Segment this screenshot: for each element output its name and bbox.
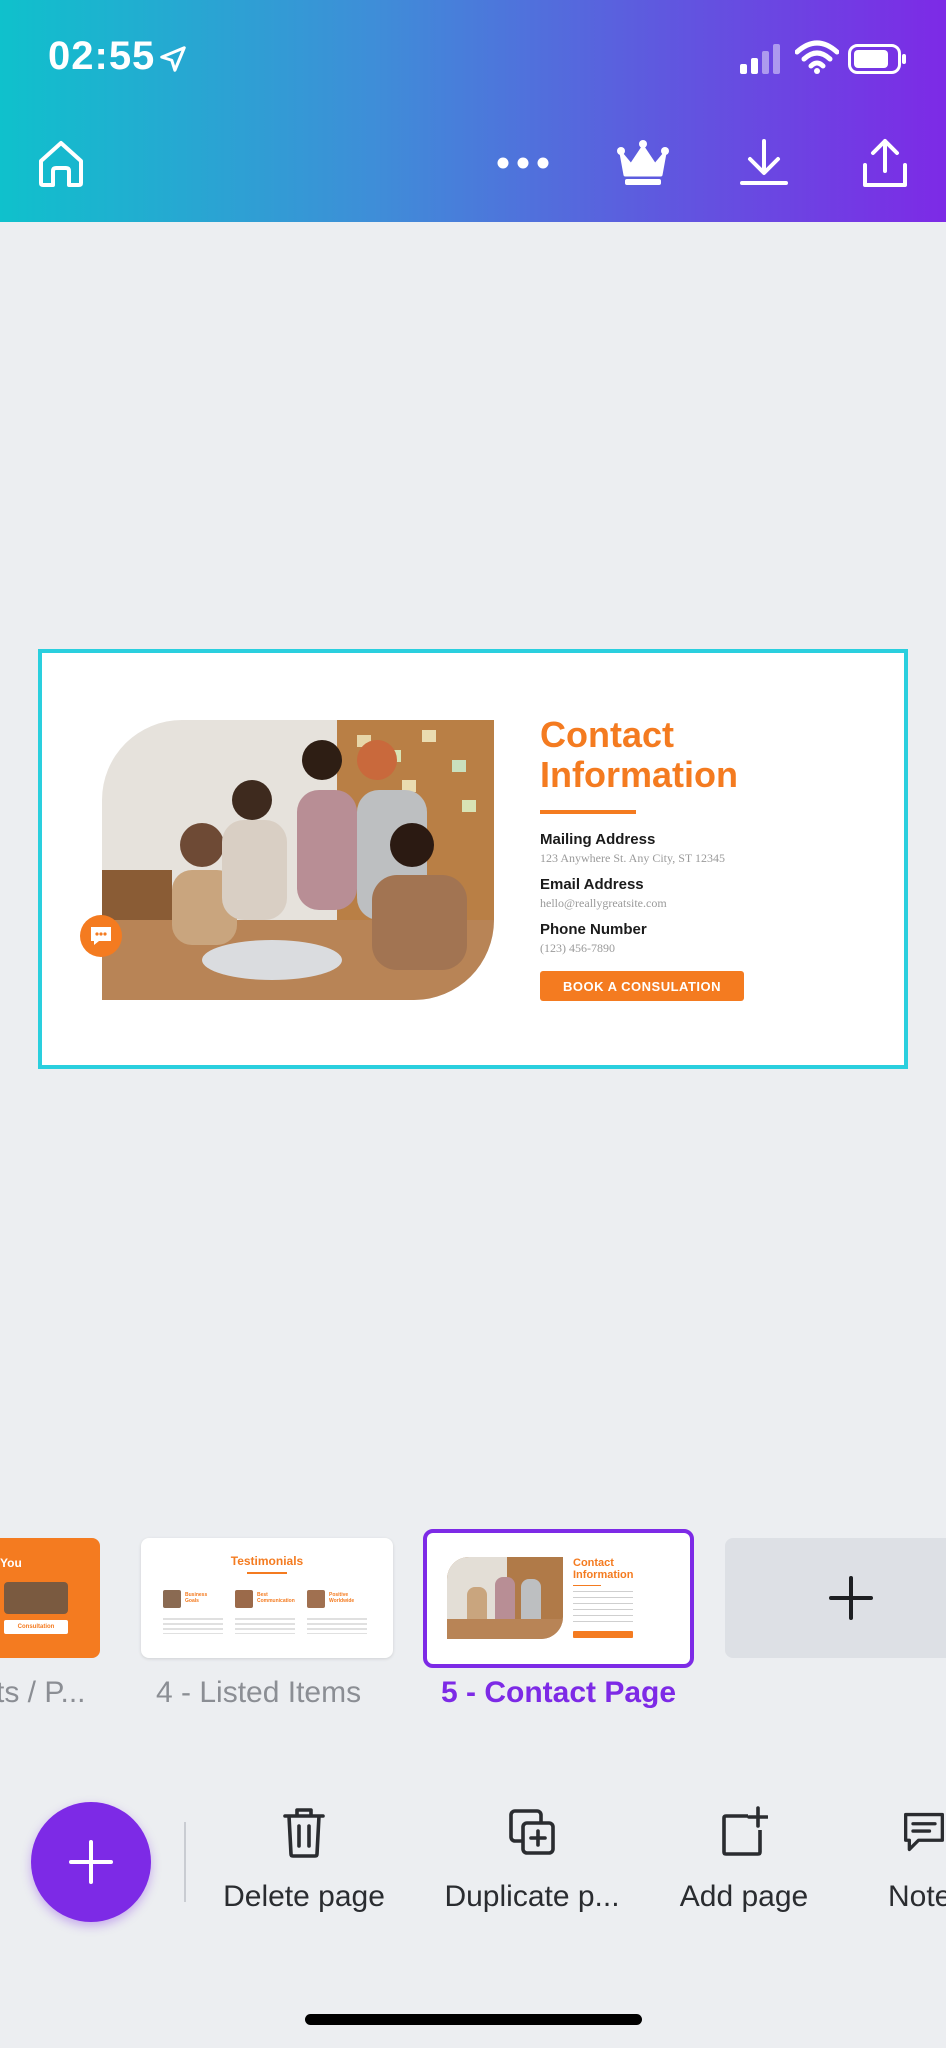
thumb4-text-1 — [163, 1618, 223, 1634]
thumb4-title: Testimonials — [230, 1554, 304, 1568]
phone-number-value: (123) 456-7890 — [540, 941, 615, 955]
chat-bubble-icon — [91, 927, 111, 945]
cellular-signal-icon — [740, 44, 780, 74]
page-label-5-active[interactable]: 5 - Contact Page — [441, 1676, 676, 1710]
thumb5-cta — [573, 1631, 633, 1638]
premium-button[interactable] — [608, 128, 678, 198]
thumb-prev-photo — [4, 1582, 68, 1614]
email-address-value: hello@reallygreatsite.com — [540, 896, 667, 910]
book-consultation-button[interactable]: BOOK A CONSULATION — [540, 971, 744, 1001]
download-button[interactable] — [729, 128, 799, 198]
plus-icon — [829, 1576, 873, 1620]
selected-slide-canvas[interactable]: Contact Information Mailing Address 123 … — [38, 649, 908, 1069]
thumb5-photo — [447, 1557, 563, 1639]
thumb5-details — [573, 1591, 633, 1627]
thumb4-avatar-2 — [235, 1590, 253, 1608]
toolbar-divider — [184, 1822, 186, 1902]
thumb-prev-button: Consultation — [4, 1620, 68, 1634]
mailing-address-label: Mailing Address — [540, 831, 656, 848]
thumb4-text-2 — [235, 1618, 295, 1634]
notes-icon — [904, 1812, 944, 1852]
add-element-fab[interactable] — [31, 1802, 151, 1922]
page-thumbnail-5-active[interactable]: Contact Information — [423, 1529, 694, 1668]
thumb4-person-1: Business Goals — [185, 1592, 208, 1604]
notes-button[interactable]: Note — [880, 1802, 946, 1922]
team-photo[interactable] — [102, 720, 494, 1000]
add-page-label: Add page — [679, 1880, 809, 1913]
add-page-icon — [722, 1806, 768, 1856]
thumb4-person-2: Best Communication — [257, 1592, 295, 1604]
crown-icon — [617, 140, 669, 185]
page-thumbnail-3[interactable]: You Consultation — [0, 1538, 100, 1658]
home-button[interactable] — [26, 128, 96, 198]
home-indicator — [305, 2014, 642, 2025]
notes-label: Note — [888, 1880, 946, 1913]
mailing-address-value: 123 Anywhere St. Any City, ST 12345 — [540, 851, 726, 865]
plus-icon — [69, 1840, 113, 1884]
duplicate-icon — [509, 1809, 555, 1855]
thumb5-title: Contact Information — [573, 1557, 634, 1581]
status-bar: 02:55 — [0, 0, 946, 120]
phone-number-label: Phone Number — [540, 921, 647, 938]
delete-page-label: Delete page — [223, 1880, 385, 1913]
comment-badge[interactable] — [80, 915, 122, 957]
team-photo-image — [102, 720, 494, 1000]
thumb5-underline — [573, 1585, 601, 1586]
duplicate-page-label: Duplicate p... — [444, 1880, 620, 1913]
page-label-4[interactable]: 4 - Listed Items — [156, 1676, 361, 1710]
thumb4-person-3: Positive Worldwide — [329, 1592, 355, 1604]
location-arrow-icon — [160, 46, 186, 72]
add-page-button[interactable]: Add page — [664, 1802, 824, 1922]
status-time: 02:55 — [48, 34, 156, 78]
title-underline — [540, 810, 636, 814]
thumb-prev-text: You — [0, 1556, 22, 1570]
thumb4-avatar-1 — [163, 1590, 181, 1608]
add-page-thumbnail[interactable] — [725, 1538, 946, 1658]
thumb4-underline — [247, 1572, 287, 1574]
home-icon — [39, 141, 83, 187]
more-options-button[interactable] — [488, 128, 558, 198]
more-dots-icon — [497, 157, 549, 169]
top-header: 02:55 — [0, 0, 946, 222]
page-label-3[interactable]: ts / P... — [0, 1676, 86, 1710]
battery-icon — [848, 44, 906, 74]
page-thumbnail-4[interactable]: Testimonials Business Goals Best Communi… — [141, 1538, 393, 1658]
share-icon — [863, 139, 907, 187]
duplicate-page-button[interactable]: Duplicate p... — [436, 1802, 628, 1922]
thumb4-avatar-3 — [307, 1590, 325, 1608]
wifi-icon — [795, 40, 839, 74]
trash-icon — [283, 1808, 325, 1858]
slide-title: Contact Information — [540, 714, 738, 795]
thumb4-text-3 — [307, 1618, 367, 1634]
delete-page-button[interactable]: Delete page — [214, 1802, 394, 1922]
download-icon — [740, 139, 788, 185]
share-button[interactable] — [850, 128, 920, 198]
email-address-label: Email Address — [540, 876, 644, 893]
